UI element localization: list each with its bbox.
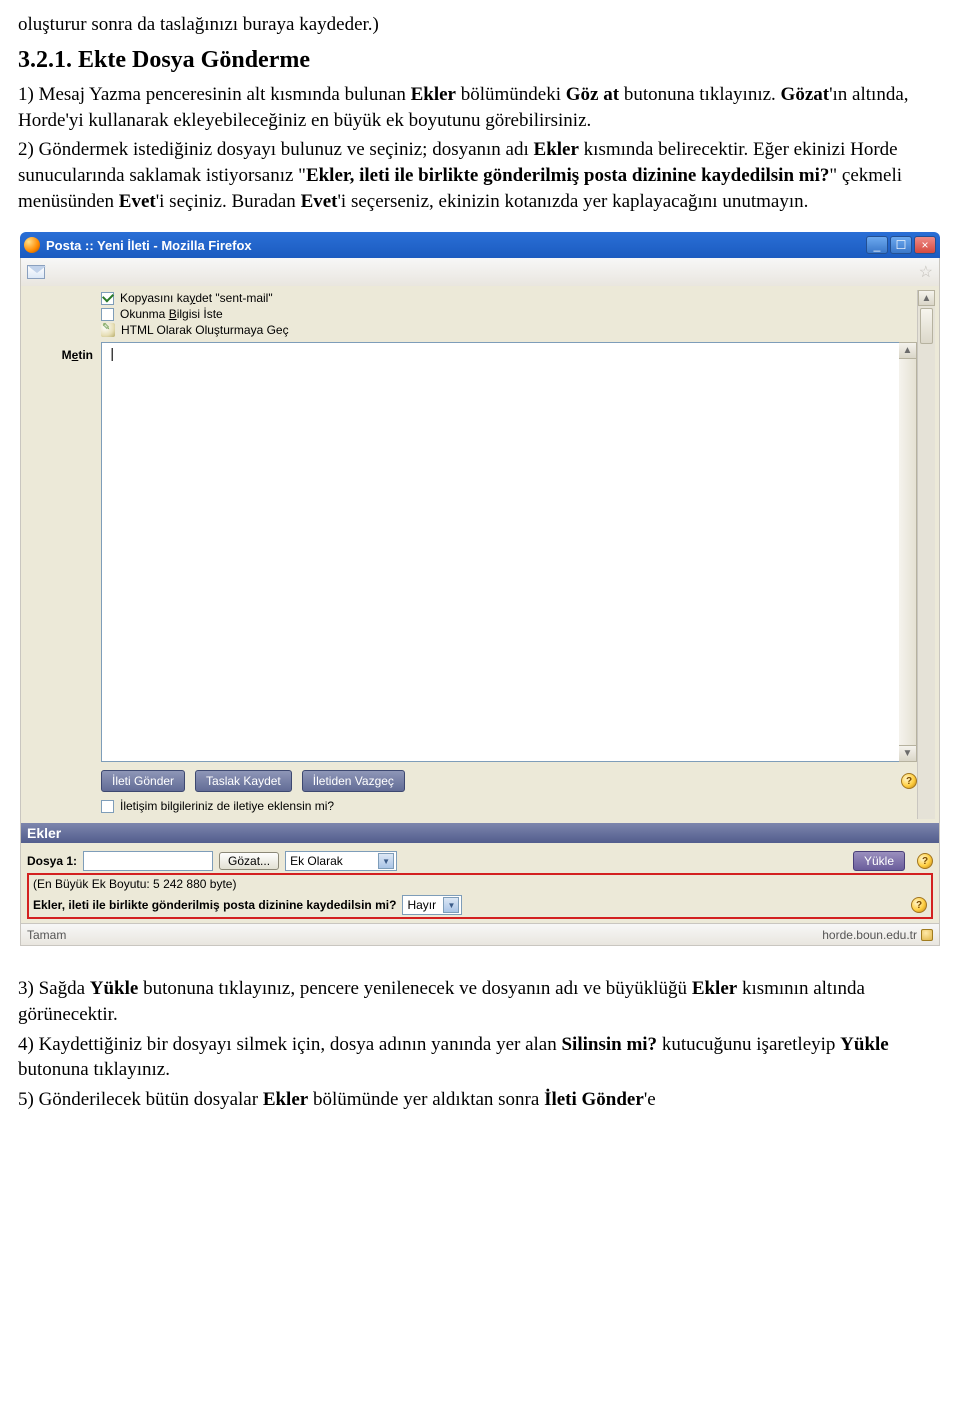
- status-right: horde.boun.edu.tr: [822, 928, 933, 942]
- save-question-label: Ekler, ileti ile birlikte gönderilmiş po…: [33, 898, 396, 912]
- message-textarea-wrap: | ▲ ▼: [101, 342, 917, 762]
- page-scrollbar[interactable]: ▲: [917, 290, 935, 819]
- textarea-scrollbar[interactable]: ▲ ▼: [899, 342, 917, 762]
- bookmark-star-icon[interactable]: ☆: [919, 262, 933, 282]
- metin-label: Metin: [25, 290, 101, 362]
- help-icon[interactable]: ?: [901, 773, 917, 789]
- status-left: Tamam: [27, 928, 66, 942]
- pre-line: oluşturur sonra da taslağınızı buraya ka…: [18, 12, 940, 38]
- window-titlebar[interactable]: Posta :: Yeni İleti - Mozilla Firefox _ …: [20, 232, 940, 258]
- file-path-input[interactable]: [83, 851, 213, 871]
- save-copy-option[interactable]: Kopyasını kaydet "sent-mail": [101, 290, 917, 306]
- section-heading: 3.2.1. Ekte Dosya Gönderme: [18, 44, 940, 76]
- attachments-header: Ekler: [21, 823, 939, 843]
- help-icon[interactable]: ?: [911, 897, 927, 913]
- document-top-text: oluşturur sonra da taslağınızı buraya ka…: [0, 0, 960, 222]
- document-bottom-text: 3) Sağda Yükle butonuna tıklayınız, penc…: [0, 956, 960, 1120]
- file-label: Dosya 1:: [27, 854, 77, 868]
- window-controls: _ ☐ ×: [866, 236, 936, 254]
- compose-options-row: Metin Kopyasını kaydet "sent-mail" Okunm…: [25, 290, 935, 819]
- mail-icon: [27, 265, 45, 279]
- chevron-down-icon: ▼: [378, 853, 394, 869]
- scroll-up-icon[interactable]: ▲: [899, 343, 916, 359]
- compose-body: Metin Kopyasını kaydet "sent-mail" Okunm…: [20, 286, 940, 924]
- browser-statusbar: Tamam horde.boun.edu.tr: [20, 924, 940, 946]
- maximize-button[interactable]: ☐: [890, 236, 912, 254]
- close-button[interactable]: ×: [914, 236, 936, 254]
- cancel-button[interactable]: İletiden Vazgeç: [302, 770, 405, 792]
- compose-body-col: Kopyasını kaydet "sent-mail" Okunma Bilg…: [101, 290, 917, 819]
- pencil-icon: [101, 323, 115, 337]
- firefox-icon: [24, 237, 40, 253]
- screenshot-window: Posta :: Yeni İleti - Mozilla Firefox _ …: [20, 232, 940, 946]
- help-icon[interactable]: ?: [917, 853, 933, 869]
- attachments-section: Dosya 1: Gözat... Ek Olarak ▼ Yükle ? (E…: [25, 843, 935, 923]
- window-title: Posta :: Yeni İleti - Mozilla Firefox: [46, 238, 866, 253]
- upload-button[interactable]: Yükle: [853, 851, 905, 871]
- disposition-select[interactable]: Ek Olarak ▼: [285, 851, 397, 871]
- send-button[interactable]: İleti Gönder: [101, 770, 185, 792]
- checkbox-save-copy[interactable]: [101, 292, 114, 305]
- contact-info-option[interactable]: İletişim bilgileriniz de iletiye eklensi…: [101, 798, 917, 819]
- scroll-up-icon[interactable]: ▲: [918, 290, 935, 306]
- minimize-button[interactable]: _: [866, 236, 888, 254]
- read-receipt-option[interactable]: Okunma Bilgisi İste: [101, 306, 917, 322]
- checkbox-contact-info[interactable]: [101, 800, 114, 813]
- message-textarea[interactable]: |: [101, 342, 899, 762]
- save-draft-button[interactable]: Taslak Kaydet: [195, 770, 292, 792]
- paragraph-2: 2) Göndermek istediğiniz dosyayı bulunuz…: [18, 137, 940, 214]
- lock-icon: [921, 929, 933, 941]
- html-mode-option[interactable]: HTML Olarak Oluşturmaya Geç: [101, 322, 917, 338]
- browser-toolbar: ☆: [20, 258, 940, 286]
- paragraph-5: 5) Gönderilecek bütün dosyalar Ekler böl…: [18, 1087, 940, 1113]
- paragraph-4: 4) Kaydettiğiniz bir dosyayı silmek için…: [18, 1032, 940, 1083]
- highlighted-attachments-box: (En Büyük Ek Boyutu: 5 242 880 byte) Ekl…: [27, 873, 933, 919]
- browse-button[interactable]: Gözat...: [219, 852, 279, 870]
- save-attachments-select[interactable]: Hayır ▼: [402, 895, 462, 915]
- paragraph-3: 3) Sağda Yükle butonuna tıklayınız, penc…: [18, 976, 940, 1027]
- checkbox-read-receipt[interactable]: [101, 308, 114, 321]
- paragraph-1: 1) Mesaj Yazma penceresinin alt kısmında…: [18, 82, 940, 133]
- scroll-thumb[interactable]: [920, 308, 933, 344]
- compose-buttons-row: İleti Gönder Taslak Kaydet İletiden Vazg…: [101, 762, 917, 798]
- chevron-down-icon: ▼: [443, 897, 459, 913]
- attachment-row-1: Dosya 1: Gözat... Ek Olarak ▼ Yükle ?: [27, 847, 933, 871]
- save-attachment-question-row: Ekler, ileti ile birlikte gönderilmiş po…: [29, 893, 931, 917]
- scroll-down-icon[interactable]: ▼: [899, 745, 916, 761]
- max-size-line: (En Büyük Ek Boyutu: 5 242 880 byte): [29, 875, 931, 893]
